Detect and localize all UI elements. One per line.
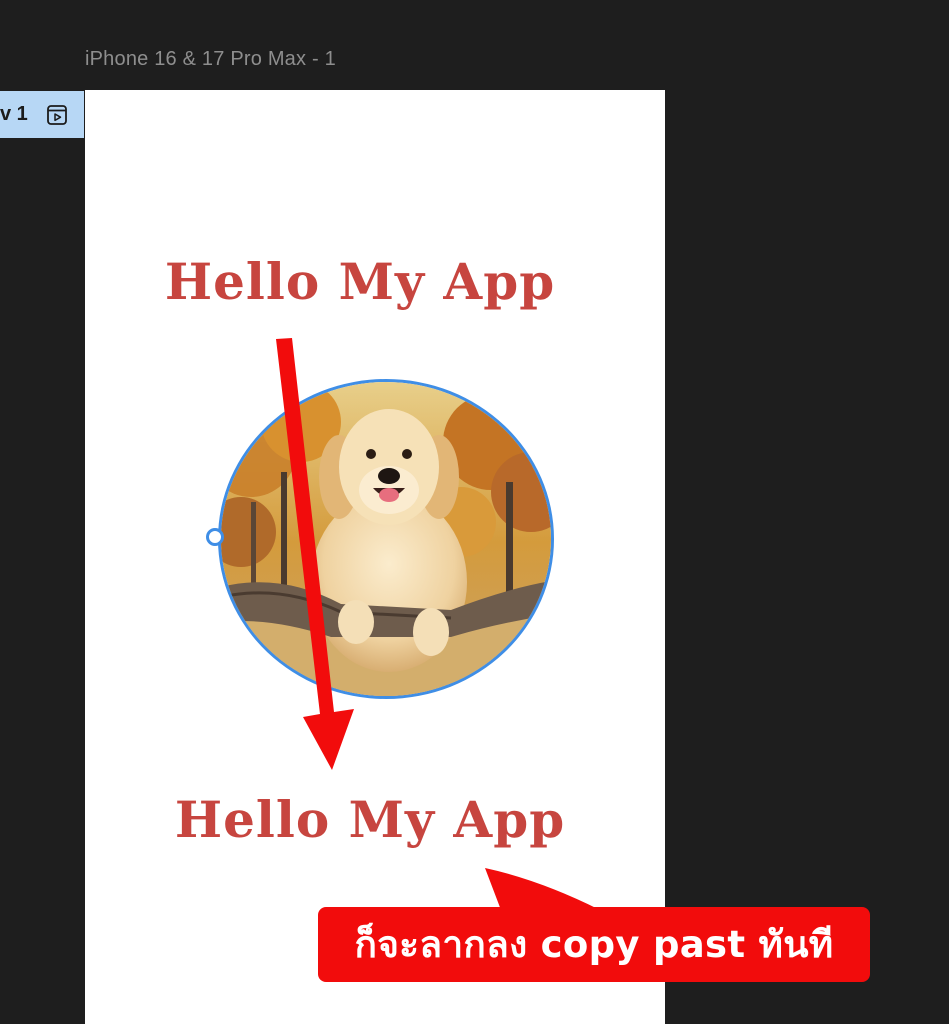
dog-photo — [221, 382, 551, 696]
prototype-flow-tab[interactable]: v 1 — [0, 91, 84, 138]
dog-image-circle[interactable] — [218, 379, 554, 699]
play-frame-icon[interactable] — [44, 102, 70, 128]
resize-handle[interactable] — [206, 528, 224, 546]
frame-label[interactable]: iPhone 16 & 17 Pro Max - 1 — [85, 48, 336, 71]
callout-label: ก็จะลากลง copy past ทันที — [318, 907, 870, 982]
flow-tab-label: v 1 — [0, 103, 28, 125]
app-title-top[interactable]: Hello My App — [85, 252, 635, 311]
app-title-bottom[interactable]: Hello My App — [95, 790, 645, 849]
